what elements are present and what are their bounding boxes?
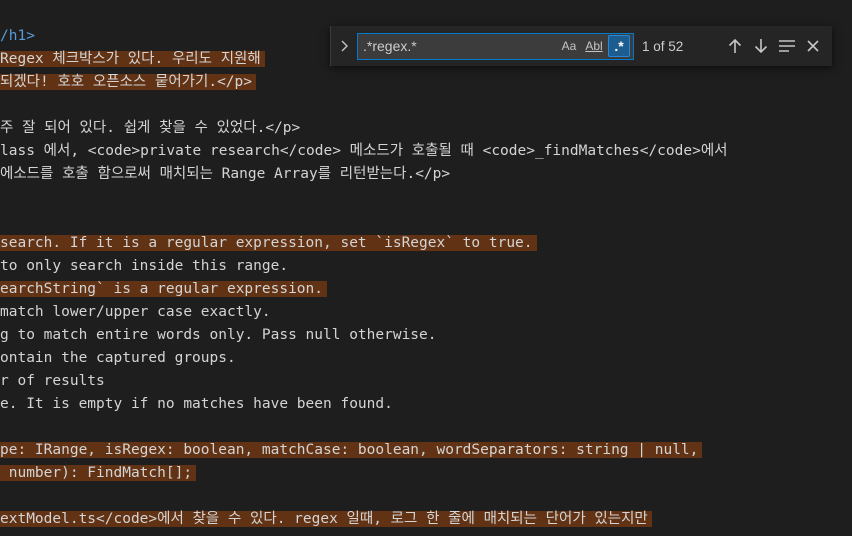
code-line: Regex 체크박스가 있다. 우리도 지원해 — [0, 48, 265, 71]
close-find-button[interactable] — [800, 33, 826, 59]
code-line: 주 잘 되어 있다. 쉽게 찾을 수 있었다.</p> — [0, 117, 300, 140]
previous-match-button[interactable] — [722, 33, 748, 59]
code-line: ontain the captured groups. — [0, 347, 236, 370]
code-editor[interactable]: /h1> Regex 체크박스가 있다. 우리도 지원해되겠다! 호호 오픈소스 … — [0, 0, 852, 536]
code-line: lass 에서, <code>private research</code> 메… — [0, 140, 728, 163]
code-line: 되겠다! 호호 오픈소스 뭍어가기.</p> — [0, 71, 256, 94]
code-line-text: r of results — [0, 373, 105, 389]
code-line-text: lass 에서, <code>private research</code> 메… — [0, 143, 728, 159]
code-line-text: earchString` is a regular expression. — [0, 281, 328, 297]
code-line: r of results — [0, 370, 105, 393]
arrow-down-icon — [754, 39, 768, 54]
code-line-text: to only search inside this range. — [0, 258, 289, 274]
arrow-up-icon — [728, 38, 742, 53]
code-line-text: ontain the captured groups. — [0, 350, 236, 366]
close-icon — [807, 40, 819, 52]
whole-word-toggle[interactable]: Abl — [583, 35, 605, 57]
code-line-text: extModel.ts</code>에서 찾을 수 있다. regex 일때, … — [0, 511, 652, 527]
code-line: extModel.ts</code>에서 찾을 수 있다. regex 일때, … — [0, 508, 652, 531]
code-line-text: e. It is empty if no matches have been f… — [0, 396, 393, 412]
code-line-text: /h1> — [0, 28, 35, 44]
regex-toggle[interactable]: .* — [608, 35, 630, 57]
code-line: /h1> — [0, 25, 35, 48]
code-line: number): FindMatch[]; — [0, 462, 197, 485]
code-line-text: match lower/upper case exactly. — [0, 304, 271, 320]
code-line-text: Regex 체크박스가 있다. 우리도 지원해 — [0, 51, 265, 67]
code-line: 에소드를 호출 함으로써 매치되는 Range Array를 리턴받는다.</p… — [0, 163, 450, 186]
code-line-text: 주 잘 되어 있다. 쉽게 찾을 수 있었다.</p> — [0, 120, 301, 136]
match-count: 1 of 52 — [642, 38, 684, 54]
find-input-container: Aa Abl .* — [357, 32, 634, 60]
code-line: earchString` is a regular expression. — [0, 278, 328, 301]
code-line: g to match entire words only. Pass null … — [0, 324, 437, 347]
code-line-text: number): FindMatch[]; — [0, 465, 197, 481]
code-line-text: 에소드를 호출 함으로써 매치되는 Range Array를 리턴받는다.</p… — [0, 166, 451, 182]
chevron-right-icon — [341, 40, 348, 52]
next-match-button[interactable] — [748, 33, 774, 59]
code-line-text: pe: IRange, isRegex: boolean, matchCase:… — [0, 442, 703, 458]
find-in-selection-button[interactable] — [774, 33, 800, 59]
code-line: pe: IRange, isRegex: boolean, matchCase:… — [0, 439, 703, 462]
find-widget: Aa Abl .* 1 of 52 — [330, 26, 832, 66]
code-line-text: search. If it is a regular expression, s… — [0, 235, 537, 251]
match-case-toggle[interactable]: Aa — [558, 35, 580, 57]
code-line: match lower/upper case exactly. — [0, 301, 271, 324]
code-line-text: g to match entire words only. Pass null … — [0, 327, 437, 343]
find-input[interactable] — [358, 33, 558, 59]
toggle-replace-button[interactable] — [333, 26, 355, 66]
code-line: search. If it is a regular expression, s… — [0, 232, 537, 255]
code-line: to only search inside this range. — [0, 255, 288, 278]
code-line: e. It is empty if no matches have been f… — [0, 393, 393, 416]
code-line-text: 되겠다! 호호 오픈소스 뭍어가기.</p> — [0, 74, 256, 90]
list-selection-icon — [779, 40, 795, 52]
